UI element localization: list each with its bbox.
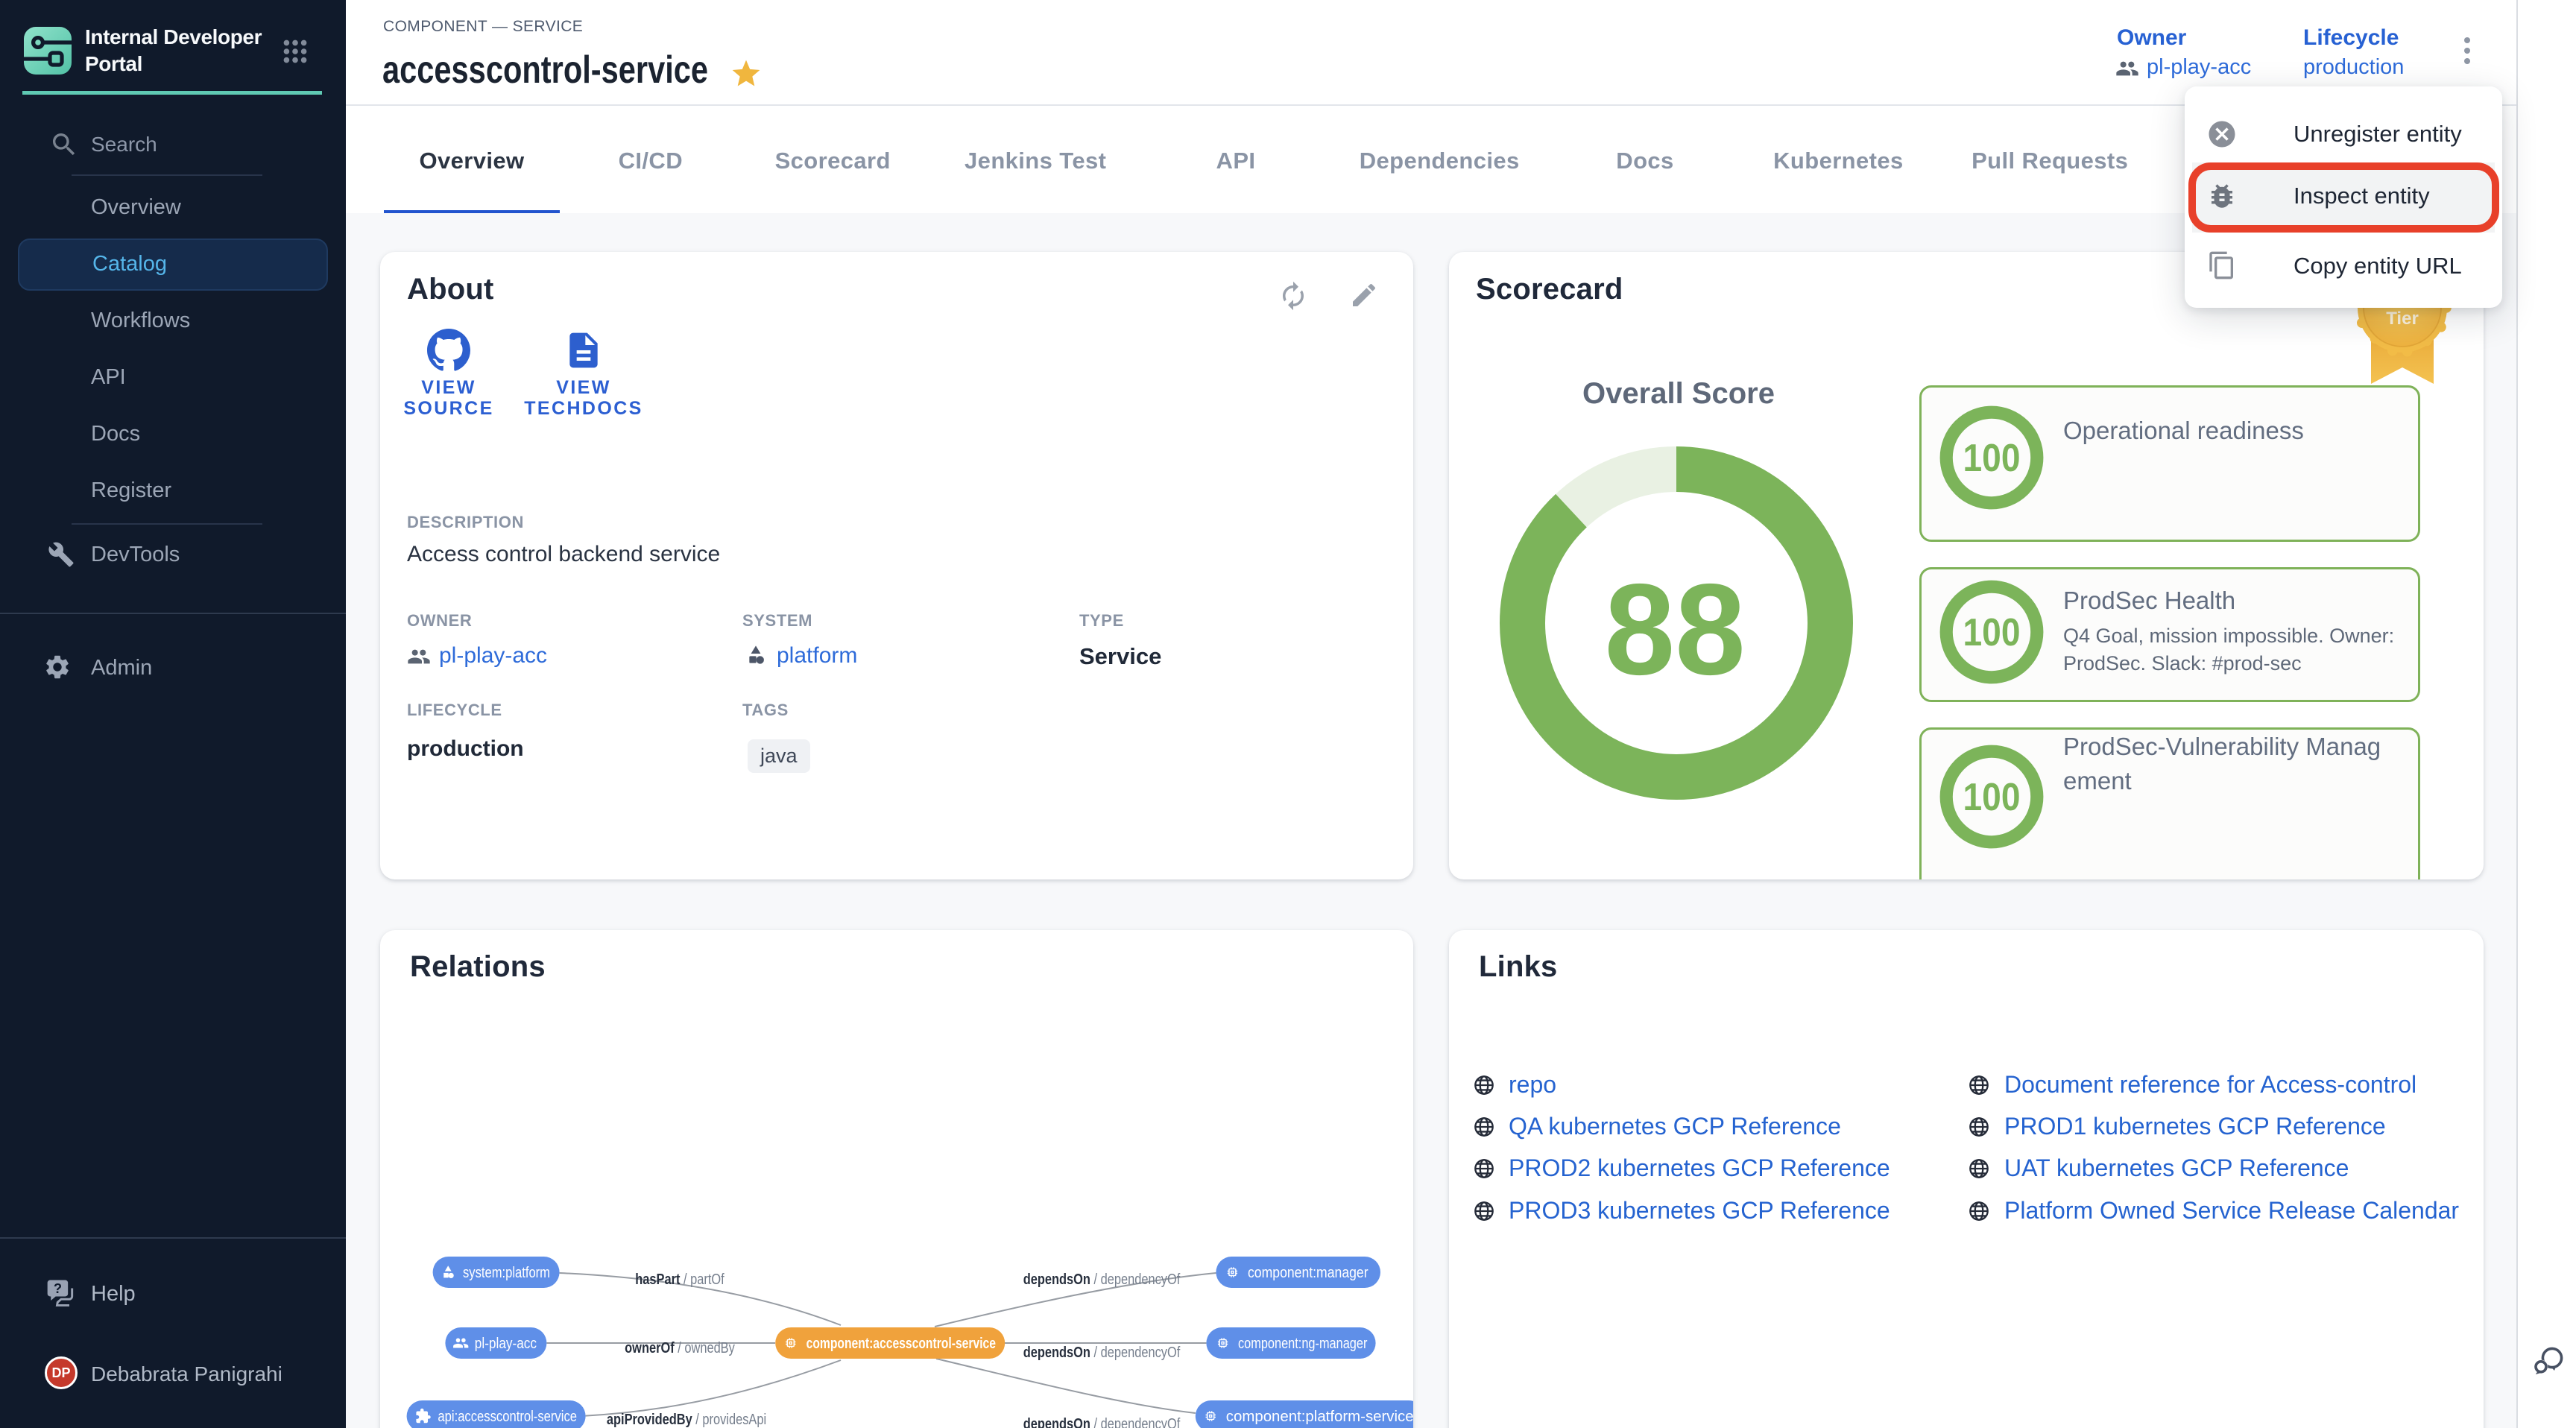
svg-text:component:accesscontrol-servic: component:accesscontrol-service [806, 1336, 996, 1352]
svg-text:100: 100 [1963, 437, 2020, 480]
svg-text:pl-play-acc: pl-play-acc [475, 1336, 537, 1352]
svg-text:component:platform-service: component:platform-service [1226, 1409, 1413, 1425]
svg-text:api:accesscontrol-service: api:accesscontrol-service [438, 1409, 577, 1425]
svg-text:system:platform: system:platform [463, 1265, 550, 1281]
svg-text:Tier: Tier [2386, 309, 2419, 329]
svg-text:100: 100 [1963, 611, 2020, 654]
svg-text:component:manager: component:manager [1248, 1265, 1368, 1281]
svg-text:?: ? [54, 1280, 62, 1296]
svg-text:100: 100 [1963, 776, 2020, 819]
svg-text:component:ng-manager: component:ng-manager [1238, 1336, 1368, 1352]
svg-text:88: 88 [1605, 556, 1746, 701]
